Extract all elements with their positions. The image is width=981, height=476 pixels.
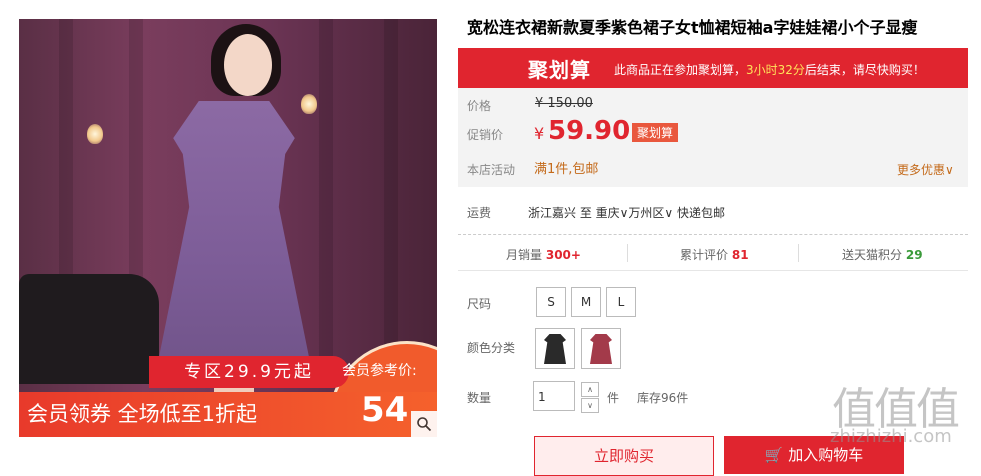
sales-value: 300+ <box>545 248 581 262</box>
chevron-down-icon: ∨ <box>945 163 954 177</box>
add-to-cart-label: 加入购物车 <box>788 446 864 464</box>
juhuasuan-message: 此商品正在参加聚划算，3小时32分后结束，请尽快购买！ <box>614 61 925 78</box>
zone-banner: 专区29.9元起 <box>149 356 349 388</box>
increment-button[interactable]: ∧ <box>581 382 599 397</box>
model-face <box>224 34 272 96</box>
sofa <box>19 274 159 384</box>
currency-symbol: ¥ <box>534 124 545 143</box>
points-value: 29 <box>905 248 923 262</box>
orig-price: ¥ 150.00 <box>535 96 593 111</box>
reviews-value: 81 <box>731 248 749 262</box>
activity-text: 满1件,包邮 <box>534 162 599 177</box>
size-option-m[interactable]: M <box>571 287 601 317</box>
reviews-label: 累计评价 <box>680 248 729 262</box>
red-dress-thumbnail <box>590 334 612 364</box>
divider <box>627 244 628 262</box>
purple-dress <box>157 101 311 366</box>
buy-now-button[interactable]: 立即购买 <box>534 436 714 476</box>
cart-icon: 🛒 <box>764 446 784 464</box>
more-discounts-label: 更多优惠 <box>897 163 946 177</box>
stock-count: 库存96件 <box>637 391 689 405</box>
watermark-site: zhizhizhi.com <box>830 426 952 447</box>
sales-label: 月销量 <box>506 248 543 262</box>
size-option-l[interactable]: L <box>606 287 636 317</box>
color-swatch-black[interactable] <box>535 328 575 369</box>
divider <box>458 234 968 235</box>
orig-price-label: 价格 <box>467 99 492 113</box>
quantity-input[interactable]: 1 <box>533 381 575 411</box>
color-label: 颜色分类 <box>467 341 516 355</box>
magnifier-icon[interactable] <box>411 411 437 437</box>
promo-price-label: 促销价 <box>467 128 504 142</box>
divider <box>458 270 968 271</box>
curtain-fold <box>384 19 398 359</box>
product-image[interactable]: 专区29.9元起 会员领券 全场低至1折起 会员参考价: 54 <box>19 19 437 437</box>
member-price-label: 会员参考价: <box>342 363 417 379</box>
tmall-points: 送天猫积分 29 <box>842 246 923 263</box>
shipping-info[interactable]: 浙江嘉兴 至 重庆∨万州区∨ 快递包邮 <box>528 204 725 221</box>
juhuasuan-banner: 聚划算 此商品正在参加聚划算，3小时32分后结束，请尽快购买！ <box>458 48 968 88</box>
quantity-label: 数量 <box>467 391 492 405</box>
monthly-sales: 月销量 300+ <box>506 246 581 263</box>
size-label: 尺码 <box>467 297 492 311</box>
black-dress-thumbnail <box>544 334 566 364</box>
points-label: 送天猫积分 <box>842 248 903 262</box>
juhuasuan-logo: 聚划算 <box>528 58 591 82</box>
size-option-s[interactable]: S <box>536 287 566 317</box>
divider <box>798 244 799 262</box>
more-discounts-link[interactable]: 更多优惠∨ <box>897 161 954 178</box>
quantity-unit: 件 <box>607 391 620 405</box>
activity-label: 本店活动 <box>467 163 516 177</box>
decrement-button[interactable]: ∨ <box>581 398 599 413</box>
msg-after: 后结束，请尽快购买！ <box>804 63 925 77</box>
member-price-value: 54 <box>361 390 409 430</box>
coupon-text: 会员领券 全场低至1折起 <box>27 402 258 426</box>
wall-lamp <box>301 94 317 114</box>
curtain-fold <box>319 19 333 359</box>
promo-price: 59.90 <box>548 116 631 146</box>
color-swatch-red[interactable] <box>581 328 621 369</box>
shipping-label: 运费 <box>467 206 492 220</box>
total-reviews[interactable]: 累计评价 81 <box>680 246 749 263</box>
msg-before: 此商品正在参加聚划算， <box>614 63 747 77</box>
juhuasuan-tag: 聚划算 <box>632 123 679 142</box>
countdown: 3小时32分 <box>746 63 805 77</box>
price-box: 价格 ¥ 150.00 促销价 ¥ 59.90 聚划算 本店活动 满1件,包邮 … <box>458 88 968 187</box>
wall-lamp <box>87 124 103 144</box>
product-title: 宽松连衣裙新款夏季紫色裙子女t恤裙短袖a字娃娃裙小个子显瘦 <box>467 18 918 37</box>
